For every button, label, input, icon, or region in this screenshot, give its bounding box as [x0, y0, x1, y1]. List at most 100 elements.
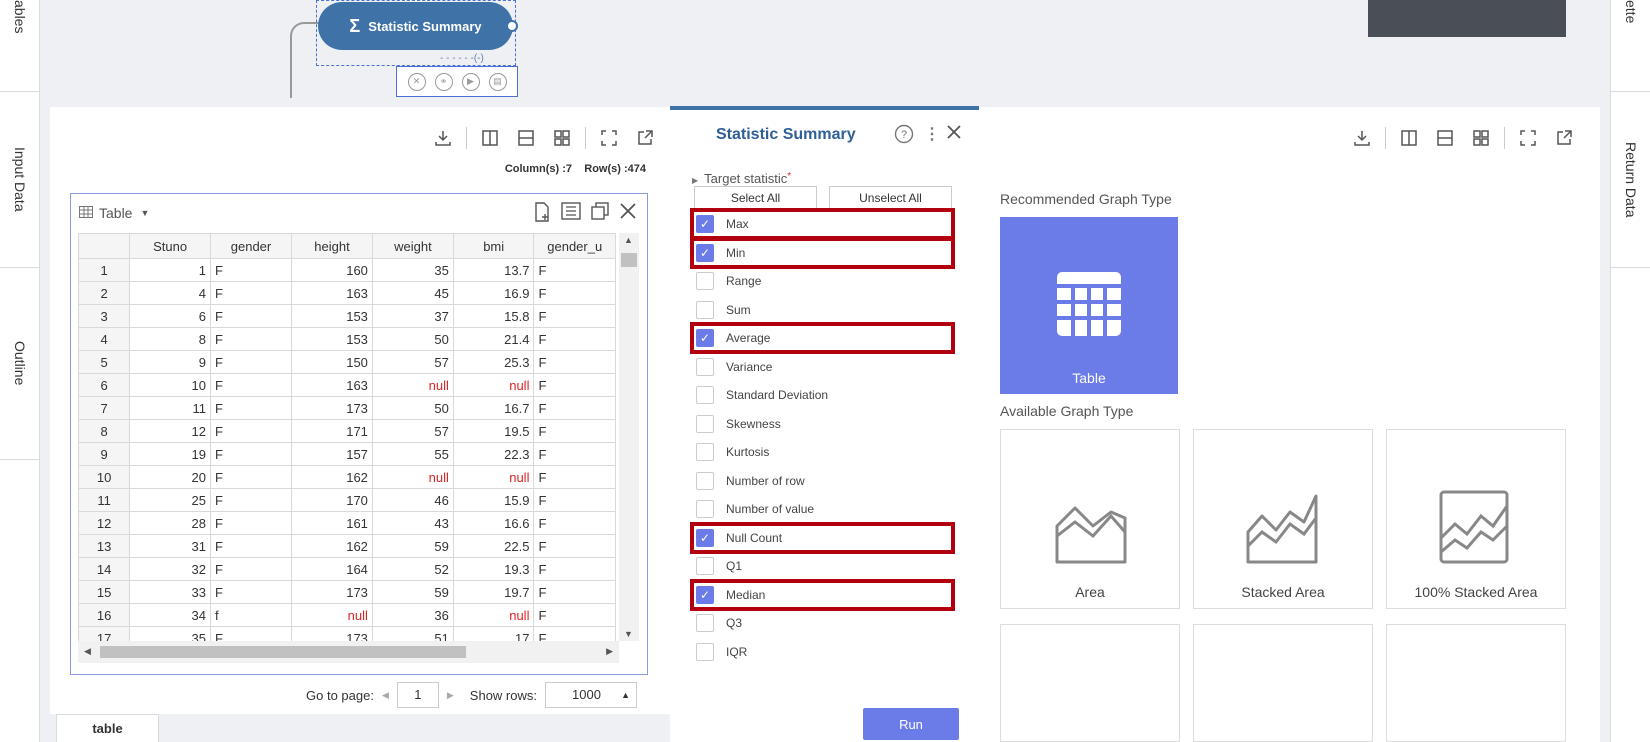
table-cell[interactable]: F	[209, 327, 293, 351]
table-cell[interactable]: 22.3	[452, 442, 535, 466]
option-number-of-value[interactable]: Number of value	[696, 497, 814, 521]
statistic-summary-node[interactable]: Σ Statistic Summary	[318, 2, 513, 50]
table-cell[interactable]: 46	[371, 488, 454, 512]
table-cell[interactable]: 4	[129, 281, 211, 305]
table-cell[interactable]: 173	[291, 396, 373, 420]
table-row[interactable]: 13 31 F 162 59 22.5 F	[78, 534, 616, 558]
table-cell[interactable]: F	[533, 557, 616, 581]
table-cell[interactable]: 9	[129, 350, 211, 374]
checkbox[interactable]	[696, 300, 714, 319]
table-row[interactable]: 16 34 f null 36 null F	[78, 603, 616, 627]
option-average[interactable]: ✓ Average	[696, 326, 770, 350]
table-cell[interactable]: 15.9	[452, 488, 535, 512]
table-cell[interactable]: F	[533, 465, 616, 489]
table-cell[interactable]: 33	[129, 580, 211, 604]
option-kurtosis[interactable]: Kurtosis	[696, 440, 769, 464]
table-cell[interactable]: 19	[129, 442, 211, 466]
table-cell[interactable]: F	[533, 626, 616, 641]
table-cell[interactable]: F	[209, 281, 293, 305]
table-cell[interactable]: 59	[371, 580, 454, 604]
table-cell[interactable]: F	[533, 304, 616, 328]
table-row[interactable]: 12 28 F 161 43 16.6 F	[78, 511, 616, 535]
table-cell[interactable]: 163	[291, 281, 373, 305]
table-cell[interactable]: 22.5	[452, 534, 535, 558]
table-cell[interactable]: 6	[129, 304, 211, 328]
table-cell[interactable]: F	[209, 580, 293, 604]
target-statistic-label[interactable]: ▶ Target statistic*	[692, 171, 791, 186]
table-cell[interactable]: 161	[291, 511, 373, 535]
table-cell[interactable]: 20	[129, 465, 211, 489]
table-cell[interactable]: F	[209, 511, 293, 535]
table-cell[interactable]: 19.5	[452, 419, 535, 443]
option-null-count[interactable]: ✓ Null Count	[696, 526, 782, 550]
table-cell[interactable]: F	[533, 419, 616, 443]
table-cell[interactable]: 15.8	[452, 304, 535, 328]
table-cell[interactable]: 57	[371, 419, 454, 443]
table-row[interactable]: 3 6 F 153 37 15.8 F	[78, 304, 616, 328]
table-cell[interactable]: 36	[371, 603, 454, 627]
table-cell[interactable]: 37	[371, 304, 454, 328]
run-button[interactable]: Run	[863, 708, 959, 740]
rows-per-page-select[interactable]: 1000 ▲	[545, 682, 637, 708]
table-row[interactable]: 8 12 F 171 57 19.5 F	[78, 419, 616, 443]
table-cell[interactable]: 35	[371, 258, 454, 282]
table-cell[interactable]: 16.6	[452, 511, 535, 535]
split-vertical-icon[interactable]	[1396, 125, 1422, 151]
sidebar-tab-variables[interactable]: ables	[0, 0, 40, 92]
table-row[interactable]: 7 11 F 173 50 16.7 F	[78, 396, 616, 420]
scroll-up-icon[interactable]: ▲	[624, 235, 633, 245]
table-cell[interactable]: 157	[291, 442, 373, 466]
column-header[interactable]: weight	[371, 233, 454, 259]
checkbox[interactable]	[696, 642, 714, 661]
checkbox[interactable]: ✓	[696, 329, 714, 347]
table-cell[interactable]: 153	[291, 327, 373, 351]
table-cell[interactable]: 8	[129, 327, 211, 351]
table-cell[interactable]: null	[452, 373, 535, 397]
table-cell[interactable]: F	[533, 350, 616, 374]
table-cell[interactable]: F	[533, 534, 616, 558]
option-q1[interactable]: Q1	[696, 554, 742, 578]
table-cell[interactable]: 173	[291, 580, 373, 604]
table-cell[interactable]: null	[371, 465, 454, 489]
table-cell[interactable]: 173	[291, 626, 373, 641]
table-cell[interactable]: 160	[291, 258, 373, 282]
table-cell[interactable]: 35	[129, 626, 211, 641]
checkbox[interactable]	[696, 386, 714, 404]
option-sum[interactable]: Sum	[696, 298, 751, 322]
table-cell[interactable]: null	[452, 465, 535, 489]
checkbox[interactable]	[696, 471, 714, 490]
option-skewness[interactable]: Skewness	[696, 412, 781, 436]
grid-layout-icon[interactable]	[549, 125, 575, 151]
run-icon[interactable]: ▶	[461, 72, 480, 91]
table-row[interactable]: 2 4 F 163 45 16.9 F	[78, 281, 616, 305]
graph-card-100-stacked-area[interactable]: 100% Stacked Area	[1386, 429, 1566, 609]
fullscreen-icon[interactable]	[596, 125, 622, 151]
table-cell[interactable]: F	[533, 580, 616, 604]
scroll-left-icon[interactable]: ◀	[84, 646, 91, 657]
table-cell[interactable]: F	[533, 258, 616, 282]
close-icon[interactable]	[619, 202, 637, 225]
option-iqr[interactable]: IQR	[696, 640, 747, 664]
table-cell[interactable]: F	[209, 488, 293, 512]
table-cell[interactable]: F	[533, 511, 616, 535]
data-grid[interactable]: Stuno gender height weight bmi gender_u …	[78, 233, 616, 641]
table-cell[interactable]: F	[209, 626, 293, 641]
column-header[interactable]: Stuno	[129, 233, 211, 259]
table-cell[interactable]: 16.7	[452, 396, 535, 420]
table-cell[interactable]: 59	[371, 534, 454, 558]
column-header[interactable]: height	[291, 233, 373, 259]
table-cell[interactable]: F	[209, 373, 293, 397]
table-cell[interactable]: 11	[129, 396, 211, 420]
help-icon[interactable]: ?	[894, 124, 914, 144]
table-cell[interactable]: F	[209, 419, 293, 443]
option-standard-deviation[interactable]: Standard Deviation	[696, 383, 828, 407]
fullscreen-icon[interactable]	[1515, 125, 1541, 151]
table-cell[interactable]: 43	[371, 511, 454, 535]
graph-card-stacked-area[interactable]: Stacked Area	[1193, 429, 1373, 609]
checkbox[interactable]	[696, 614, 714, 632]
column-header[interactable]: gender	[209, 233, 293, 259]
chevron-down-icon[interactable]: ▼	[140, 208, 149, 218]
graph-card-area[interactable]: Area	[1000, 429, 1180, 609]
option-variance[interactable]: Variance	[696, 355, 772, 379]
table-cell[interactable]: F	[209, 396, 293, 420]
